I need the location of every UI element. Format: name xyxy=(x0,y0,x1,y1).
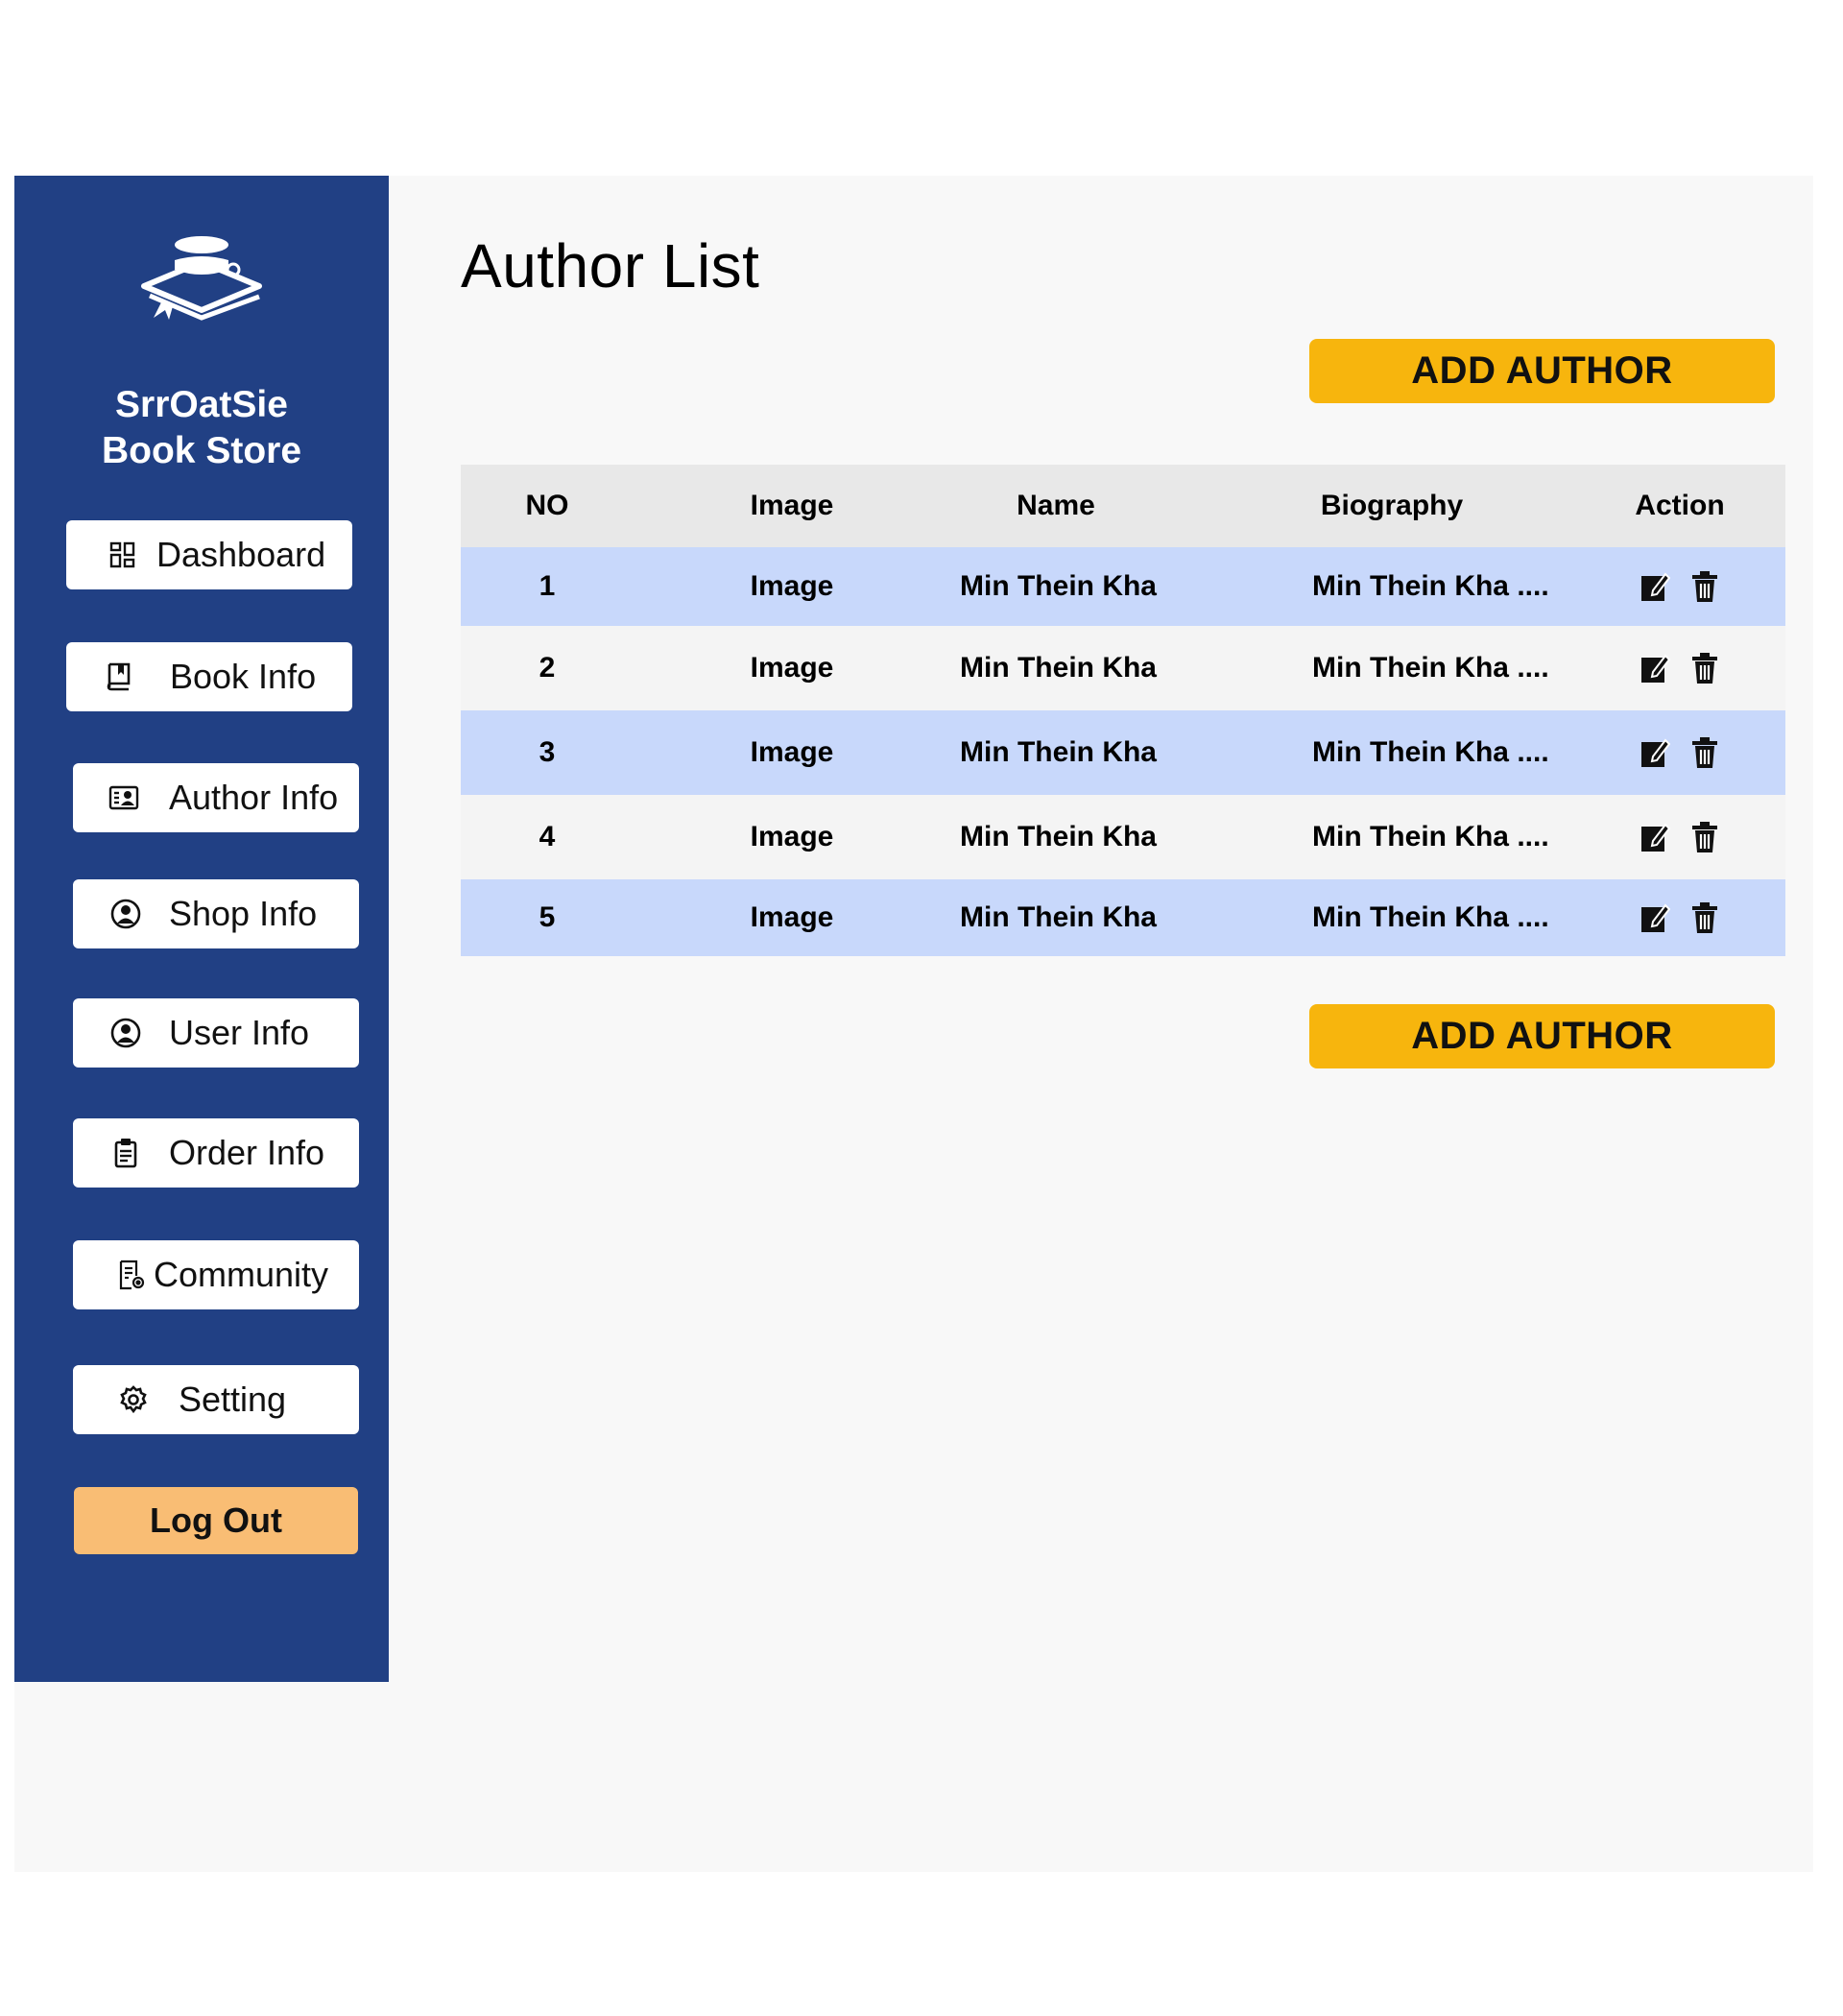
sidebar-item-shop-info[interactable]: Shop Info xyxy=(73,879,359,948)
logout-button[interactable]: Log Out xyxy=(74,1487,358,1554)
column-header-name: Name xyxy=(1017,490,1095,521)
sidebar-item-author-info[interactable]: Author Info xyxy=(73,763,359,832)
sidebar-item-order-info[interactable]: Order Info xyxy=(73,1118,359,1188)
edit-icon[interactable] xyxy=(1640,901,1670,934)
sidebar-item-label: Order Info xyxy=(169,1133,325,1172)
table-row: 4 Image Min Thein Kha Min Thein Kha .... xyxy=(461,795,1785,879)
edit-icon[interactable] xyxy=(1640,652,1670,684)
sidebar-item-user-info[interactable]: User Info xyxy=(73,998,359,1068)
row-name: Min Thein Kha xyxy=(960,901,1157,933)
row-image: Image xyxy=(750,736,834,768)
row-number: 5 xyxy=(539,901,556,933)
author-card-icon xyxy=(108,781,140,814)
column-header-image: Image xyxy=(750,490,834,521)
table-row: 5 Image Min Thein Kha Min Thein Kha .... xyxy=(461,879,1785,956)
add-author-button-top[interactable]: ADD AUTHOR xyxy=(1309,339,1775,403)
sidebar-item-setting[interactable]: Setting xyxy=(73,1365,359,1434)
sidebar-item-label: Book Info xyxy=(170,657,317,696)
row-number: 4 xyxy=(539,821,556,852)
table-header-row: NO Image Name Biography Action xyxy=(461,465,1785,547)
gear-icon xyxy=(117,1383,150,1416)
sidebar-item-community[interactable]: Community xyxy=(73,1240,359,1309)
sidebar: SrrOatSie Book Store Dashboard Book Info… xyxy=(14,176,389,1682)
delete-icon[interactable] xyxy=(1689,570,1720,603)
row-name: Min Thein Kha xyxy=(960,570,1157,602)
row-actions xyxy=(1613,736,1747,769)
sidebar-item-dashboard[interactable]: Dashboard xyxy=(66,520,352,589)
brand-line-2: Book Store xyxy=(101,430,302,471)
book-icon xyxy=(103,660,135,693)
sidebar-item-label: Dashboard xyxy=(156,535,326,574)
row-name: Min Thein Kha xyxy=(960,652,1157,684)
author-table: NO Image Name Biography Action 1 Image M… xyxy=(461,465,1785,956)
table-row: 3 Image Min Thein Kha Min Thein Kha .... xyxy=(461,710,1785,795)
delete-icon[interactable] xyxy=(1689,652,1720,684)
row-actions xyxy=(1613,901,1747,934)
store-brand: SrrOatSie Book Store xyxy=(14,382,389,474)
sidebar-item-label: User Info xyxy=(169,1013,310,1052)
column-header-no: NO xyxy=(525,490,569,521)
table-row: 2 Image Min Thein Kha Min Thein Kha .... xyxy=(461,626,1785,710)
row-image: Image xyxy=(750,652,834,684)
row-image: Image xyxy=(750,821,834,852)
column-header-biography: Biography xyxy=(1320,490,1464,521)
sidebar-item-label: Setting xyxy=(179,1380,287,1419)
row-image: Image xyxy=(750,570,834,602)
user-circle-icon xyxy=(109,898,142,930)
delete-icon[interactable] xyxy=(1689,736,1720,769)
row-actions xyxy=(1613,652,1747,684)
brand-line-1: SrrOatSie xyxy=(115,384,288,425)
book-store-logo-icon xyxy=(134,233,269,329)
sidebar-item-book-info[interactable]: Book Info xyxy=(66,642,352,711)
row-name: Min Thein Kha xyxy=(960,736,1157,768)
row-name: Min Thein Kha xyxy=(960,821,1157,852)
row-number: 2 xyxy=(539,652,556,684)
edit-icon[interactable] xyxy=(1640,736,1670,769)
sidebar-item-label: Author Info xyxy=(169,778,339,817)
row-number: 3 xyxy=(539,736,556,768)
row-actions xyxy=(1613,821,1747,853)
edit-icon[interactable] xyxy=(1640,570,1670,603)
row-image: Image xyxy=(750,901,834,933)
table-row: 1 Image Min Thein Kha Min Thein Kha .... xyxy=(461,547,1785,626)
sidebar-item-label: Shop Info xyxy=(169,894,318,933)
delete-icon[interactable] xyxy=(1689,821,1720,853)
column-header-action: Action xyxy=(1635,490,1725,521)
clipboard-icon xyxy=(109,1137,142,1169)
add-author-button-bottom[interactable]: ADD AUTHOR xyxy=(1309,1004,1775,1068)
row-number: 1 xyxy=(539,570,556,602)
delete-icon[interactable] xyxy=(1689,901,1720,934)
dashboard-icon xyxy=(107,539,139,571)
edit-icon[interactable] xyxy=(1640,821,1670,853)
sidebar-item-label: Community xyxy=(154,1255,329,1294)
user-circle-icon xyxy=(109,1017,142,1049)
row-actions xyxy=(1613,570,1747,603)
page-title: Author List xyxy=(461,231,760,300)
document-settings-icon xyxy=(115,1259,148,1291)
